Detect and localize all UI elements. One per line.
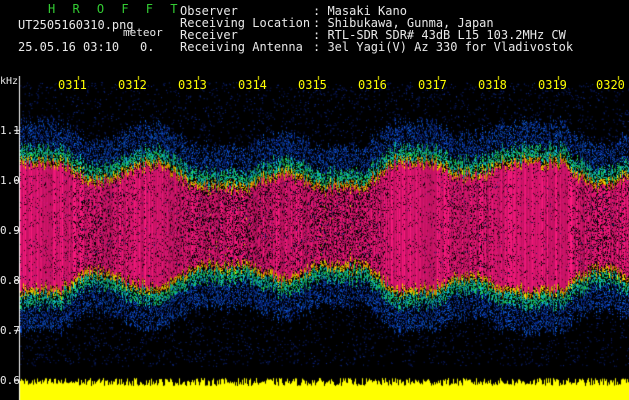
y-tick-label: 0.8 [0,274,20,287]
info-value: : 3el Yagi(V) Az 330 for Vladivostok [313,40,574,54]
y-tick-label: 1.0 [0,174,20,187]
time-tick-label: 0314 [238,78,267,92]
time-tick-label: 0318 [478,78,507,92]
time-tick-label: 0311 [58,78,87,92]
y-tick-label: 1.1 [0,124,20,137]
y-axis-unit: kHz [0,76,19,87]
time-tick-label: 0313 [178,78,207,92]
mode-label: meteor [123,26,163,39]
y-tick-label: 0.7 [0,324,20,337]
info-label: Receiving Antenna [180,40,303,54]
time-tick-label: 0312 [118,78,147,92]
spectrogram [0,76,629,400]
info-antenna: Receiving Antenna : 3el Yagi(V) Az 330 fo… [180,41,573,53]
y-tick-label: 0.6 [0,374,20,387]
time-tick-label: 0319 [538,78,567,92]
time-tick-label: 0315 [298,78,327,92]
y-tick-label: 0.9 [0,224,20,237]
time-tick-label: 0320 [596,78,625,92]
speed-value: 0. [140,40,155,54]
datetime: 25.05.16 03:10 [18,40,120,54]
app-title: H R O F F T [48,2,183,16]
time-tick-label: 0316 [358,78,387,92]
file-name: UT2505160310.png [18,18,134,32]
time-tick-label: 0317 [418,78,447,92]
